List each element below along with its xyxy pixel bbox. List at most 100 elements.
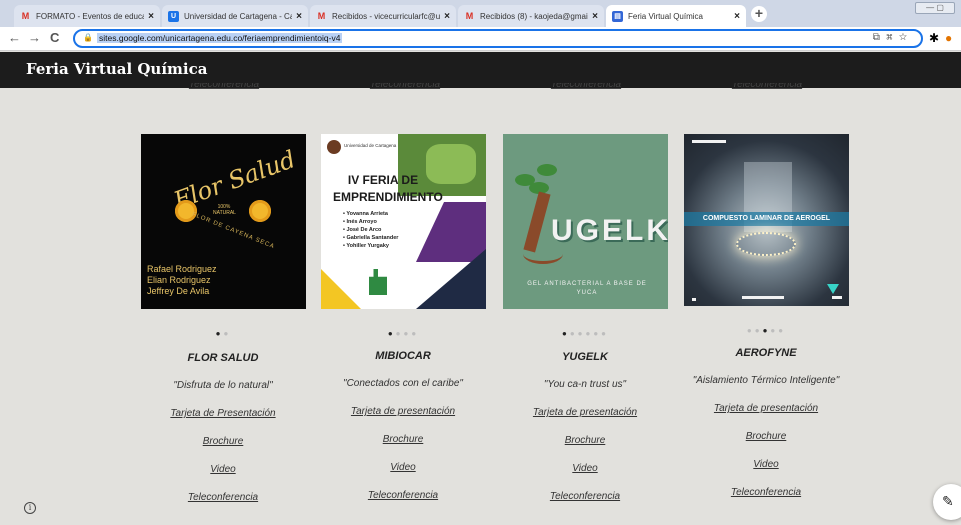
fair-heading: IV FERIA DE EMPRENDIMIENTO <box>333 173 443 204</box>
omnibox-actions[interactable]: ⧉⌘☆ <box>873 32 913 43</box>
project-name: YUGELK <box>562 351 608 363</box>
avatar[interactable]: ● <box>945 31 952 45</box>
project-image[interactable]: Universidad de Cartagena IV FERIA DE EMP… <box>321 134 486 309</box>
extensions-icon[interactable]: ✱ <box>929 31 939 45</box>
progress-bar <box>692 140 726 143</box>
gmail-icon: M <box>317 11 326 21</box>
address-bar-row: ← → C 🔒 sites.google.com/unicartagena.ed… <box>0 27 961 51</box>
flower-icon <box>249 200 271 222</box>
light-ring <box>736 232 796 256</box>
teleconference-link[interactable]: Teleconferencia <box>666 487 866 498</box>
project-image[interactable]: COMPUESTO LAMINAR DE AEROGEL <box>684 134 849 306</box>
brochure-link[interactable]: Brochure <box>123 436 323 447</box>
project-slogan: "Conectados con el caribe" <box>343 378 463 389</box>
new-tab-button[interactable]: + <box>751 6 767 22</box>
close-icon[interactable]: × <box>296 11 302 22</box>
university-label: Universidad de Cartagena <box>344 143 397 148</box>
slide-bar <box>692 298 696 301</box>
teleconference-link[interactable]: Teleconferencia <box>485 491 685 502</box>
slide-bar <box>832 296 842 299</box>
teleconference-link[interactable]: Teleconferencia <box>123 492 323 503</box>
info-icon[interactable]: i <box>24 502 36 514</box>
teleconference-link[interactable]: Teleconferencia <box>335 83 475 91</box>
member-name: • Inés Arroyo <box>343 219 377 225</box>
carousel-dots[interactable]: ●● <box>141 329 306 338</box>
leaf-graphic <box>426 144 476 184</box>
browser-tab[interactable]: U Universidad de Cartagena - Cale × <box>162 5 308 27</box>
back-icon[interactable]: ← <box>8 30 21 45</box>
carousel-dots[interactable]: ●●●● <box>321 329 486 338</box>
tab-title: Recibidos (8) - kaojeda@gmail.c <box>480 11 589 21</box>
url-text[interactable]: sites.google.com/unicartagena.edu.co/fer… <box>97 33 343 43</box>
brochure-link[interactable]: Brochure <box>666 431 866 442</box>
video-link[interactable]: Video <box>303 462 503 473</box>
plant-icon <box>369 269 387 295</box>
presentation-card-link[interactable]: Tarjeta de presentación <box>666 403 866 414</box>
browser-tab-strip: M FORMATO - Eventos de educacio × U Univ… <box>0 0 961 27</box>
close-icon[interactable]: × <box>444 11 450 22</box>
window-controls[interactable]: — ▢ <box>915 2 955 14</box>
gmail-icon: M <box>21 11 30 21</box>
project-slogan: "Disfruta de lo natural" <box>173 380 273 391</box>
teleconference-link[interactable]: Teleconferencia <box>697 83 837 91</box>
brand-logo-text: UGELK <box>551 214 668 247</box>
slide-bar <box>742 296 784 299</box>
close-icon[interactable]: × <box>148 11 154 22</box>
decor-shape <box>416 202 486 262</box>
member-name: • Yohiller Yurgaky <box>343 243 389 249</box>
project-slogan: "Aislamiento Térmico Inteligente" <box>692 375 840 386</box>
close-icon[interactable]: × <box>592 11 598 22</box>
browser-tab-active[interactable]: ▤ Feria Virtual Química × <box>606 5 746 27</box>
member-name: • Yovanna Arrieta <box>343 211 388 217</box>
member-name: • José De Arco <box>343 227 382 233</box>
leaf-icon <box>537 164 557 176</box>
member-names: Rafael Rodriguez Elian Rodriguez Jeffrey… <box>147 264 217 297</box>
carousel-dots[interactable]: ●●●●● <box>684 326 849 335</box>
edit-pencil-button[interactable]: ✎ <box>933 484 961 520</box>
project-slogan: "You ca-n trust us" <box>543 379 627 390</box>
project-card-mibiocar: Universidad de Cartagena IV FERIA DE EMP… <box>321 134 486 501</box>
close-icon[interactable]: × <box>734 11 740 22</box>
browser-tab[interactable]: M Recibidos (8) - kaojeda@gmail.c × <box>458 5 604 27</box>
tab-title: FORMATO - Eventos de educacio <box>36 11 144 21</box>
member-name: Elian Rodriguez <box>147 275 211 285</box>
brochure-link[interactable]: Brochure <box>303 434 503 445</box>
member-name: • Gabriella Santander <box>343 235 399 241</box>
project-image[interactable]: Flor Salud 100% NATURAL FLOR DE CAYENA S… <box>141 134 306 309</box>
teleconference-link[interactable]: Teleconferencia <box>154 83 294 91</box>
product-tagline: GEL ANTIBACTERIAL A BASE DE YUCA <box>527 281 647 296</box>
image-banner: COMPUESTO LAMINAR DE AEROGEL <box>684 212 849 226</box>
project-card-aerofyne: COMPUESTO LAMINAR DE AEROGEL ●●●●● AEROF… <box>684 134 849 498</box>
video-link[interactable]: Video <box>666 459 866 470</box>
browser-tab[interactable]: M Recibidos - vicecurricularfc@uni × <box>310 5 456 27</box>
member-name: Jeffrey De Avila <box>147 286 210 296</box>
tab-title: Recibidos - vicecurricularfc@uni <box>332 11 441 21</box>
presentation-card-link[interactable]: Tarjeta de Presentación <box>123 408 323 419</box>
browser-tab[interactable]: M FORMATO - Eventos de educacio × <box>14 5 160 27</box>
lock-icon[interactable]: 🔒 <box>83 33 93 42</box>
teleconference-link[interactable]: Teleconferencia <box>516 83 656 91</box>
member-name: Rafael Rodriguez <box>147 264 217 274</box>
site-title[interactable]: Feria Virtual Química <box>26 60 207 78</box>
video-link[interactable]: Video <box>485 463 685 474</box>
member-list: • Yovanna Arrieta • Inés Arroyo • José D… <box>343 210 398 250</box>
project-image[interactable]: UGELK GEL ANTIBACTERIAL A BASE DE YUCA <box>503 134 668 309</box>
carousel-dots[interactable]: ●●●●●● <box>503 329 668 338</box>
project-card-yugelk: UGELK GEL ANTIBACTERIAL A BASE DE YUCA ●… <box>503 134 668 502</box>
brochure-link[interactable]: Brochure <box>485 435 685 446</box>
project-name: AEROFYNE <box>735 347 797 359</box>
address-bar[interactable]: 🔒 sites.google.com/unicartagena.edu.co/f… <box>73 29 923 48</box>
project-name: MIBIOCAR <box>375 350 431 362</box>
gmail-icon: M <box>465 11 474 21</box>
forward-icon[interactable]: → <box>28 30 41 45</box>
google-sites-icon: ▤ <box>612 10 623 22</box>
tab-title: Feria Virtual Química <box>628 11 703 21</box>
teleconference-link[interactable]: Teleconferencia <box>303 490 503 501</box>
triangle-icon <box>827 284 839 294</box>
university-icon: U <box>168 10 179 22</box>
video-link[interactable]: Video <box>123 464 323 475</box>
presentation-card-link[interactable]: Tarjeta de presentación <box>485 407 685 418</box>
reload-icon[interactable]: C <box>50 30 59 45</box>
university-logo-icon <box>327 140 341 154</box>
presentation-card-link[interactable]: Tarjeta de presentación <box>303 406 503 417</box>
